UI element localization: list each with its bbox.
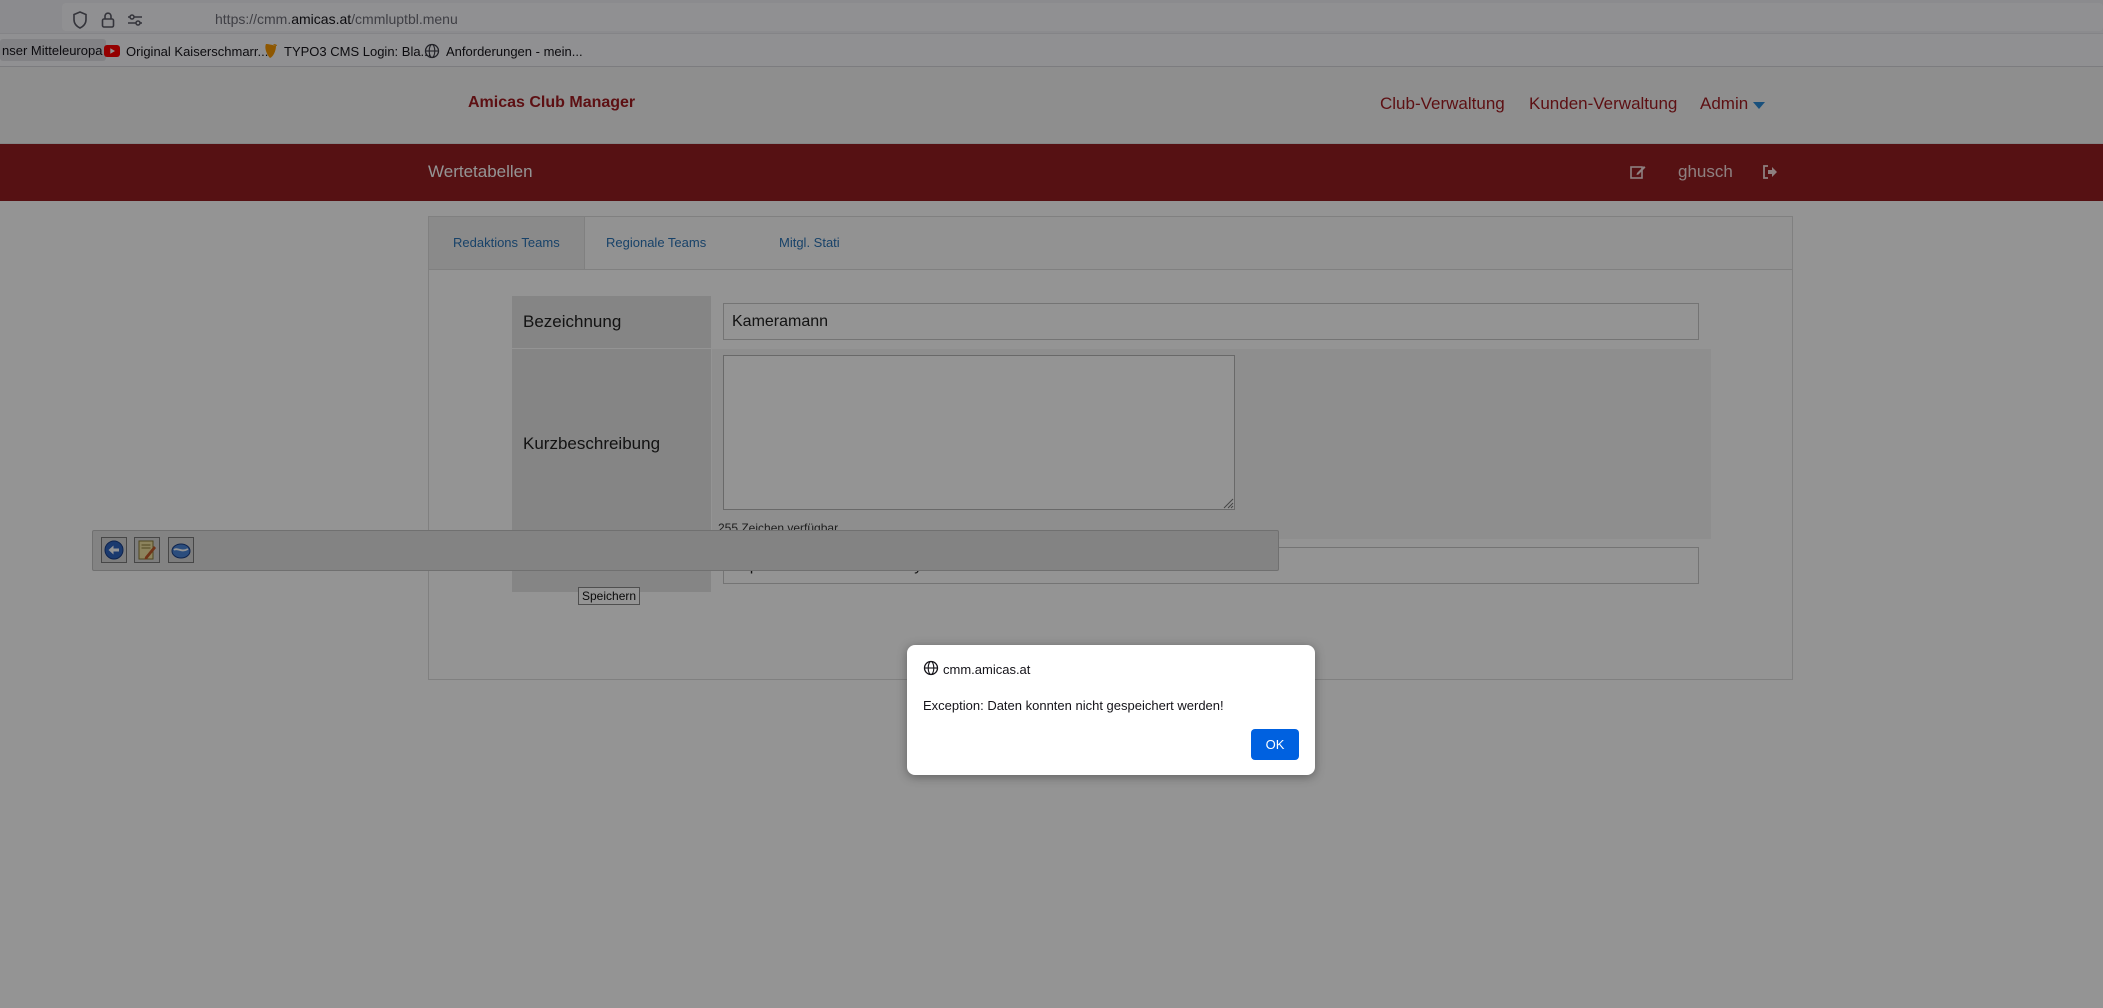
dialog-message: Exception: Daten konnten nicht gespeiche… xyxy=(923,698,1224,713)
globe-icon xyxy=(923,660,939,676)
dialog-host: cmm.amicas.at xyxy=(943,662,1031,677)
modal-overlay xyxy=(0,0,2103,1008)
ok-button[interactable]: OK xyxy=(1251,729,1299,760)
alert-dialog: cmm.amicas.at Exception: Daten konnten n… xyxy=(907,645,1315,775)
